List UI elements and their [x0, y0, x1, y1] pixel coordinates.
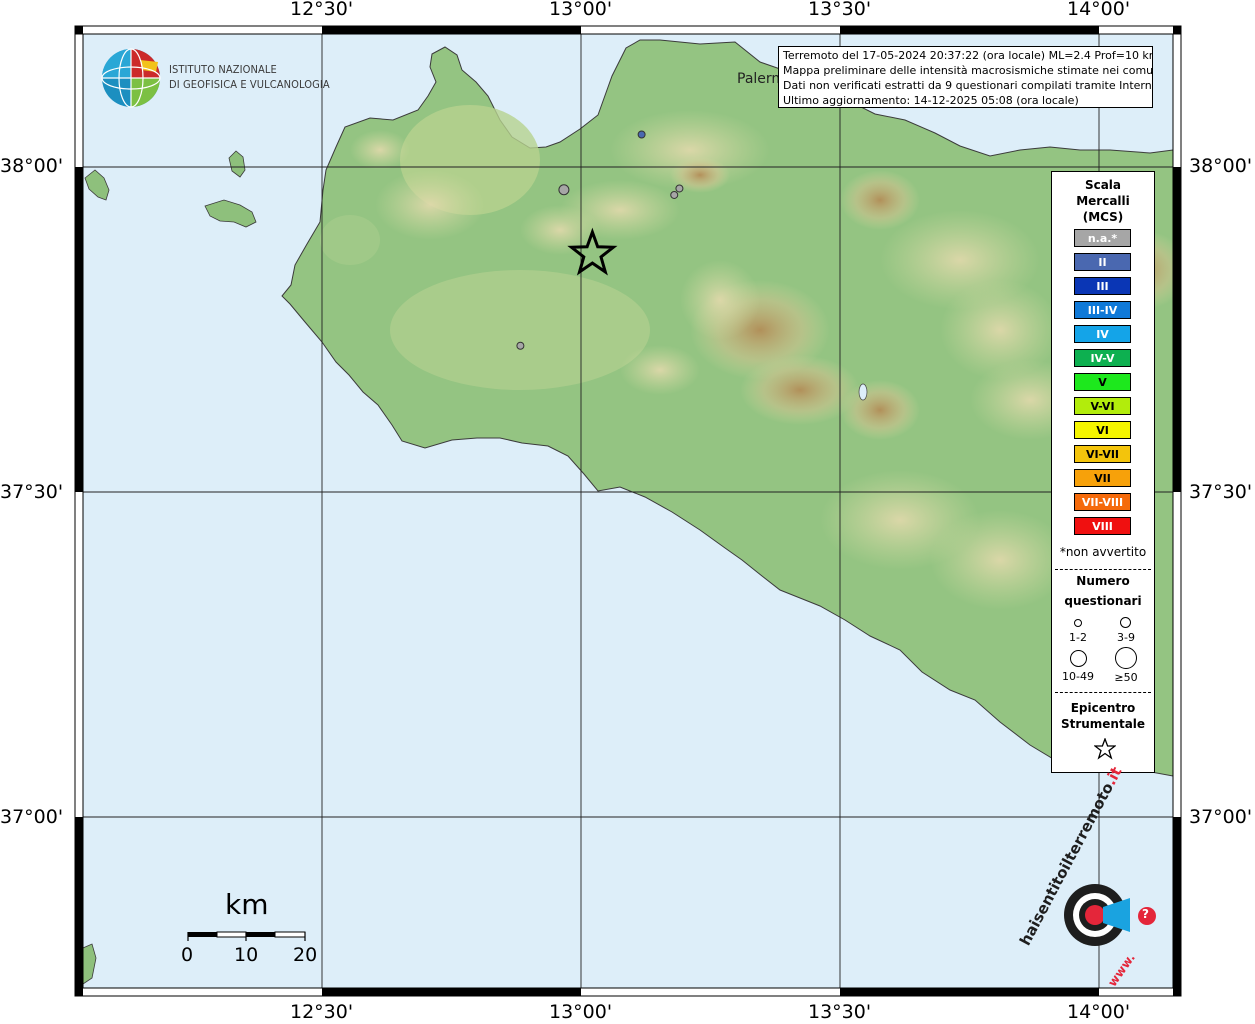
scale-bar-tick-10: 10	[234, 944, 259, 966]
ingv-logo-icon	[101, 48, 161, 108]
event-info-line3: Dati non verificati estratti da 9 questi…	[783, 79, 1153, 92]
count-title-line2: questionari	[1064, 594, 1142, 608]
event-info-line4: Ultimo aggiornamento: 14-12-2025 05:08 (…	[783, 94, 1079, 107]
legend-title: Scala Mercalli (MCS)	[1052, 177, 1154, 225]
intensity-swatch-iv-v: IV-V	[1074, 349, 1131, 367]
legend-divider-1	[1055, 569, 1151, 570]
observation-point-3	[670, 190, 679, 199]
count-label-1: 1-2	[1069, 631, 1087, 644]
count-symbol-small	[1074, 619, 1082, 627]
lat-label-right-2: 37°30'	[1189, 481, 1253, 503]
epicenter-legend-star-icon	[1094, 738, 1116, 760]
lat-label-left-3: 37°00'	[0, 806, 64, 828]
intensity-swatch-vii-viii: VII-VIII	[1074, 493, 1131, 511]
epicenter-legend-line2: Strumentale	[1060, 717, 1146, 731]
watermark-question: ?	[1142, 907, 1149, 921]
intensity-swatch-v-vi: V-VI	[1074, 397, 1131, 415]
scale-bar-tick-20: 20	[293, 944, 318, 966]
lat-label-left-2: 37°30'	[0, 481, 64, 503]
lake	[858, 383, 868, 401]
count-label-4: ≥50	[1114, 671, 1138, 684]
intensity-swatch-na: n.a.*	[1074, 229, 1131, 247]
lon-label-bottom-3: 13°30'	[808, 1001, 872, 1023]
count-symbol-medium	[1120, 617, 1131, 628]
legend-divider-2	[1055, 692, 1151, 693]
observation-point-1	[558, 184, 570, 196]
count-symbol-large	[1070, 650, 1087, 667]
count-symbol-xlarge	[1115, 647, 1137, 669]
count-label-2: 3-9	[1117, 631, 1135, 644]
lat-label-left-1: 38°00'	[0, 155, 64, 177]
lon-label-bottom-4: 14°00'	[1067, 1001, 1131, 1023]
epicenter-legend-line1: Epicentro	[1070, 701, 1136, 715]
legend-panel: Scala Mercalli (MCS) n.a.* II III III-IV IV I…	[1051, 171, 1155, 773]
lat-label-right-1: 38°00'	[1189, 155, 1253, 177]
intensity-swatch-iii: III	[1074, 277, 1131, 295]
observation-point-4	[637, 130, 646, 139]
event-info-line2: Mappa preliminare delle intensità macros…	[783, 64, 1153, 77]
lat-label-right-3: 37°00'	[1189, 806, 1253, 828]
scale-bar-tick-0: 0	[181, 944, 194, 966]
lon-label-top-3: 13°30'	[808, 0, 872, 20]
intensity-swatch-viii: VIII	[1074, 517, 1131, 535]
observation-point-5	[516, 341, 525, 350]
event-info-line1: Terremoto del 17-05-2024 20:37:22 (ora l…	[783, 49, 1153, 62]
lon-label-top-1: 12°30'	[290, 0, 354, 20]
event-info-box: Terremoto del 17-05-2024 20:37:22 (ora l…	[778, 46, 1153, 108]
intensity-swatch-iv: IV	[1074, 325, 1131, 343]
legend-title-line3: (MCS)	[1082, 210, 1124, 224]
lon-label-top-4: 14°00'	[1067, 0, 1131, 20]
intensity-swatch-vi-vii: VI-VII	[1074, 445, 1131, 463]
institute-name-line2: DI GEOFISICA E VULCANOLOGIA	[169, 78, 330, 91]
lon-label-bottom-1: 12°30'	[290, 1001, 354, 1023]
watermark-text: haisentitoilterremoto.it www. ?	[1010, 764, 1160, 989]
intensity-swatch-vii: VII	[1074, 469, 1131, 487]
legend-title-line2: Mercalli	[1076, 194, 1130, 208]
intensity-swatch-v: V	[1074, 373, 1131, 391]
scale-bar-unit: km	[225, 888, 269, 921]
not-felt-note: *non avvertito	[1059, 545, 1147, 559]
intensity-swatch-vi: VI	[1074, 421, 1131, 439]
institute-name-line1: ISTITUTO NAZIONALE	[169, 63, 277, 76]
count-label-3: 10-49	[1062, 670, 1094, 683]
intensity-swatch-iii-iv: III-IV	[1074, 301, 1131, 319]
lon-label-bottom-2: 13°00'	[549, 1001, 613, 1023]
lon-label-top-2: 13°00'	[549, 0, 613, 20]
legend-title-line1: Scala	[1084, 178, 1122, 192]
intensity-swatch-ii: II	[1074, 253, 1131, 271]
observation-point-2	[675, 184, 684, 193]
count-title-line1: Numero	[1076, 574, 1130, 588]
